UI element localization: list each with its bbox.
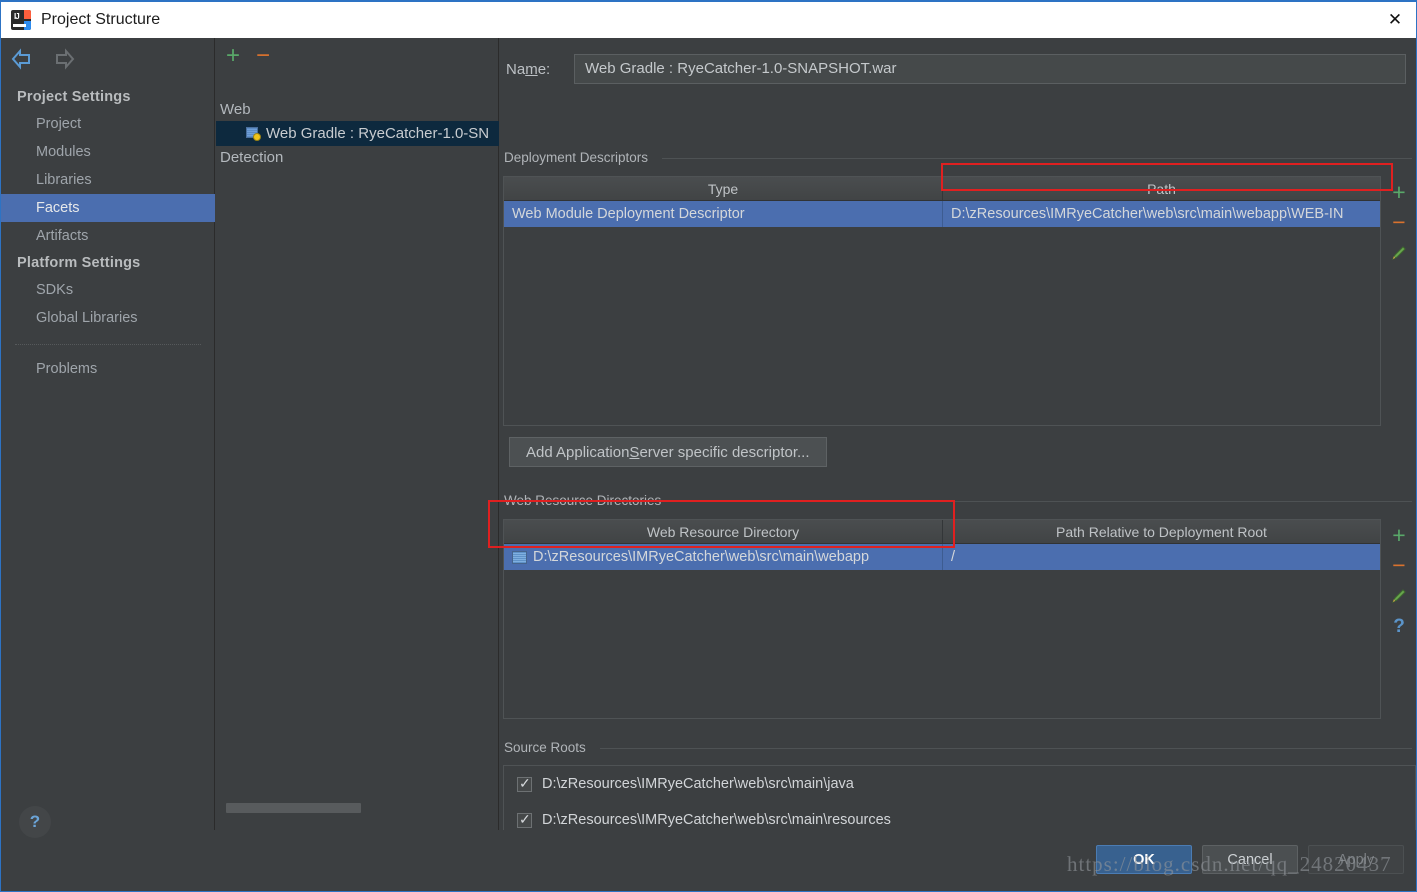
plus-icon[interactable]: + bbox=[226, 44, 240, 68]
pencil-icon[interactable] bbox=[1390, 587, 1408, 605]
cell-path: D:\zResources\IMRyeCatcher\web\src\main\… bbox=[942, 201, 1380, 227]
name-row: Name: Web Gradle : RyeCatcher-1.0-SNAPSH… bbox=[506, 54, 1406, 84]
title-bar: IJ Project Structure ✕ bbox=[1, 0, 1416, 38]
sidebar-item-problems[interactable]: Problems bbox=[1, 355, 215, 383]
minus-icon[interactable]: − bbox=[256, 44, 270, 68]
column-header-path[interactable]: Path bbox=[942, 177, 1380, 200]
sidebar-item-facets[interactable]: Facets bbox=[1, 194, 215, 222]
deployment-descriptors-separator bbox=[662, 158, 1412, 159]
intellij-idea-icon: IJ bbox=[11, 10, 31, 30]
table-header: Web Resource Directory Path Relative to … bbox=[504, 520, 1380, 544]
deployment-descriptors-table: Type Path Web Module Deployment Descript… bbox=[503, 176, 1381, 426]
cancel-button[interactable]: Cancel bbox=[1202, 845, 1298, 874]
source-roots-separator bbox=[600, 748, 1412, 749]
folder-icon bbox=[512, 550, 527, 564]
facets-tree: Web Web Gradle : RyeCatcher-1.0-SN Detec… bbox=[216, 98, 499, 169]
web-module-icon bbox=[246, 126, 261, 141]
table-row[interactable]: Web Module Deployment Descriptor D:\zRes… bbox=[504, 201, 1380, 227]
help-button[interactable]: ? bbox=[19, 806, 51, 838]
web-resource-directories-separator bbox=[680, 501, 1412, 502]
pencil-icon[interactable] bbox=[1390, 244, 1408, 262]
tree-node-web-gradle[interactable]: Web Gradle : RyeCatcher-1.0-SN bbox=[216, 121, 499, 146]
sidebar-item-global-libraries[interactable]: Global Libraries bbox=[1, 304, 215, 332]
checkbox-icon[interactable] bbox=[517, 811, 532, 828]
tree-node-web[interactable]: Web bbox=[216, 98, 499, 121]
column-header-type[interactable]: Type bbox=[504, 177, 942, 200]
table-row[interactable]: D:\zResources\IMRyeCatcher\web\src\main\… bbox=[504, 544, 1380, 570]
minus-icon[interactable]: − bbox=[1392, 554, 1405, 577]
navigation-arrows bbox=[9, 48, 77, 70]
tree-node-label: Web Gradle : RyeCatcher-1.0-SN bbox=[266, 125, 490, 142]
forward-arrow-icon bbox=[56, 48, 75, 70]
column-header-path-relative[interactable]: Path Relative to Deployment Root bbox=[942, 520, 1380, 543]
sidebar-item-artifacts[interactable]: Artifacts bbox=[1, 222, 215, 250]
window-title: Project Structure bbox=[41, 11, 161, 28]
name-input[interactable]: Web Gradle : RyeCatcher-1.0-SNAPSHOT.war bbox=[574, 54, 1406, 84]
table-body: D:\zResources\IMRyeCatcher\web\src\main\… bbox=[504, 544, 1380, 570]
dialog-footer: OK Cancel Apply bbox=[1, 830, 1416, 890]
column-header-web-resource-directory[interactable]: Web Resource Directory bbox=[504, 520, 942, 543]
back-arrow-icon[interactable] bbox=[9, 48, 35, 70]
sidebar-item-modules[interactable]: Modules bbox=[1, 138, 215, 166]
tree-horizontal-scrollbar[interactable] bbox=[226, 803, 491, 813]
cell-directory: D:\zResources\IMRyeCatcher\web\src\main\… bbox=[504, 544, 942, 570]
sidebar-divider bbox=[15, 344, 201, 345]
help-icon[interactable]: ? bbox=[1393, 617, 1405, 636]
facet-detail-panel: Name: Web Gradle : RyeCatcher-1.0-SNAPSH… bbox=[500, 38, 1416, 853]
source-roots-title: Source Roots bbox=[504, 740, 594, 755]
cell-type: Web Module Deployment Descriptor bbox=[512, 206, 745, 222]
minus-icon[interactable]: − bbox=[1392, 211, 1405, 234]
sidebar-item-libraries[interactable]: Libraries bbox=[1, 166, 215, 194]
sidebar-item-project[interactable]: Project bbox=[1, 110, 215, 138]
source-root-label: D:\zResources\IMRyeCatcher\web\src\main\… bbox=[542, 812, 891, 828]
add-application-server-descriptor-button[interactable]: Add Application Server specific descript… bbox=[509, 437, 827, 467]
name-label: Name: bbox=[506, 60, 551, 78]
web-resource-directories-title: Web Resource Directories bbox=[504, 493, 670, 508]
sidebar-list: Project Settings Project Modules Librari… bbox=[1, 84, 215, 383]
project-structure-dialog: IJ Project Structure ✕ Project Settings … bbox=[0, 0, 1417, 892]
checkbox-icon[interactable] bbox=[517, 775, 532, 792]
table-header: Type Path bbox=[504, 177, 1380, 201]
sidebar-group-platform-settings: Platform Settings bbox=[17, 255, 141, 271]
source-root-label: D:\zResources\IMRyeCatcher\web\src\main\… bbox=[542, 776, 854, 792]
sidebar-item-sdks[interactable]: SDKs bbox=[1, 276, 215, 304]
footer-buttons: OK Cancel Apply bbox=[1096, 845, 1404, 874]
deployment-descriptors-title: Deployment Descriptors bbox=[504, 150, 657, 165]
plus-icon[interactable]: + bbox=[1392, 181, 1405, 204]
facets-tree-toolbar: + − bbox=[226, 44, 270, 68]
close-icon[interactable]: ✕ bbox=[1372, 2, 1416, 38]
ok-button[interactable]: OK bbox=[1096, 845, 1192, 874]
apply-button: Apply bbox=[1308, 845, 1404, 874]
source-root-row[interactable]: D:\zResources\IMRyeCatcher\web\src\main\… bbox=[504, 766, 1415, 802]
tree-node-detection[interactable]: Detection bbox=[216, 146, 499, 169]
deployment-descriptors-toolbar: + − bbox=[1390, 181, 1408, 262]
sidebar-group-project-settings: Project Settings bbox=[17, 89, 131, 105]
plus-icon[interactable]: + bbox=[1392, 524, 1405, 547]
web-resource-directories-table: Web Resource Directory Path Relative to … bbox=[503, 519, 1381, 719]
cell-relative-path: / bbox=[942, 544, 1380, 570]
table-body: Web Module Deployment Descriptor D:\zRes… bbox=[504, 201, 1380, 227]
web-resource-directories-toolbar: + − ? bbox=[1390, 524, 1408, 636]
dialog-body: Project Settings Project Modules Librari… bbox=[1, 38, 1416, 853]
sidebar: Project Settings Project Modules Librari… bbox=[1, 38, 215, 830]
cell-directory-label: D:\zResources\IMRyeCatcher\web\src\main\… bbox=[533, 549, 870, 565]
facets-tree-panel: + − Web Web Gradle : RyeCatcher-1.0-SN D… bbox=[216, 38, 499, 830]
